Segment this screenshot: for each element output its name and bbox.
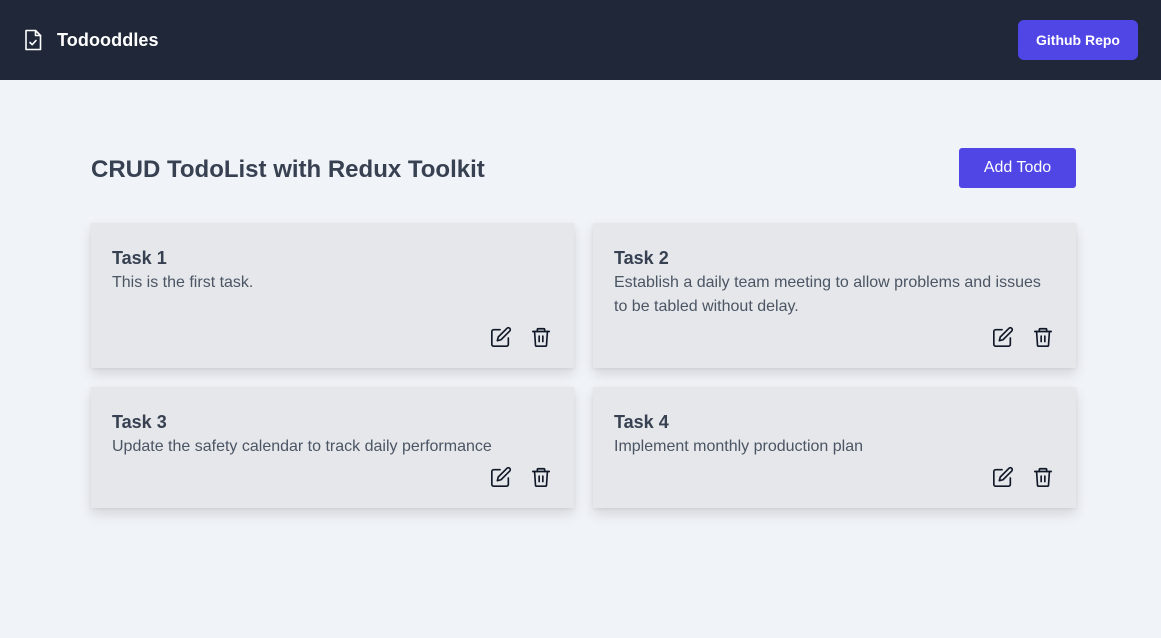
trash-icon[interactable] — [530, 466, 552, 488]
todo-description: Update the safety calendar to track dail… — [112, 438, 492, 455]
todo-description: Implement monthly production plan — [614, 438, 864, 455]
brand-name: Todooddles — [57, 29, 159, 50]
todo-card: Task 3 Update the safety calendar to tra… — [91, 387, 574, 508]
todo-card: Task 2 Establish a daily team meeting to… — [593, 223, 1076, 368]
github-repo-button[interactable]: Github Repo — [1018, 20, 1138, 60]
edit-icon[interactable] — [490, 326, 512, 348]
todo-description: This is the first task. — [112, 274, 254, 291]
edit-icon[interactable] — [992, 466, 1014, 488]
todo-actions — [490, 466, 552, 488]
main-content: CRUD TodoList with Redux Toolkit Add Tod… — [91, 148, 1076, 508]
trash-icon[interactable] — [530, 326, 552, 348]
todo-actions — [992, 466, 1054, 488]
header-row: CRUD TodoList with Redux Toolkit Add Tod… — [91, 148, 1076, 188]
brand[interactable]: Todooddles — [24, 29, 159, 51]
edit-icon[interactable] — [992, 326, 1014, 348]
page-title: CRUD TodoList with Redux Toolkit — [91, 156, 485, 183]
todo-title: Task 1 — [112, 248, 167, 268]
trash-icon[interactable] — [1032, 466, 1054, 488]
todo-card: Task 1 This is the first task. — [91, 223, 574, 368]
todo-card: Task 4 Implement monthly production plan — [593, 387, 1076, 508]
todo-title: Task 3 — [112, 412, 167, 432]
todo-description: Establish a daily team meeting to allow … — [614, 274, 1041, 315]
trash-icon[interactable] — [1032, 326, 1054, 348]
todo-actions — [490, 326, 552, 348]
navbar: Todooddles Github Repo — [0, 0, 1161, 80]
todo-title: Task 4 — [614, 412, 669, 432]
file-check-icon — [24, 29, 42, 51]
add-todo-button[interactable]: Add Todo — [959, 148, 1076, 188]
todo-actions — [992, 326, 1054, 348]
todo-title: Task 2 — [614, 248, 669, 268]
edit-icon[interactable] — [490, 466, 512, 488]
